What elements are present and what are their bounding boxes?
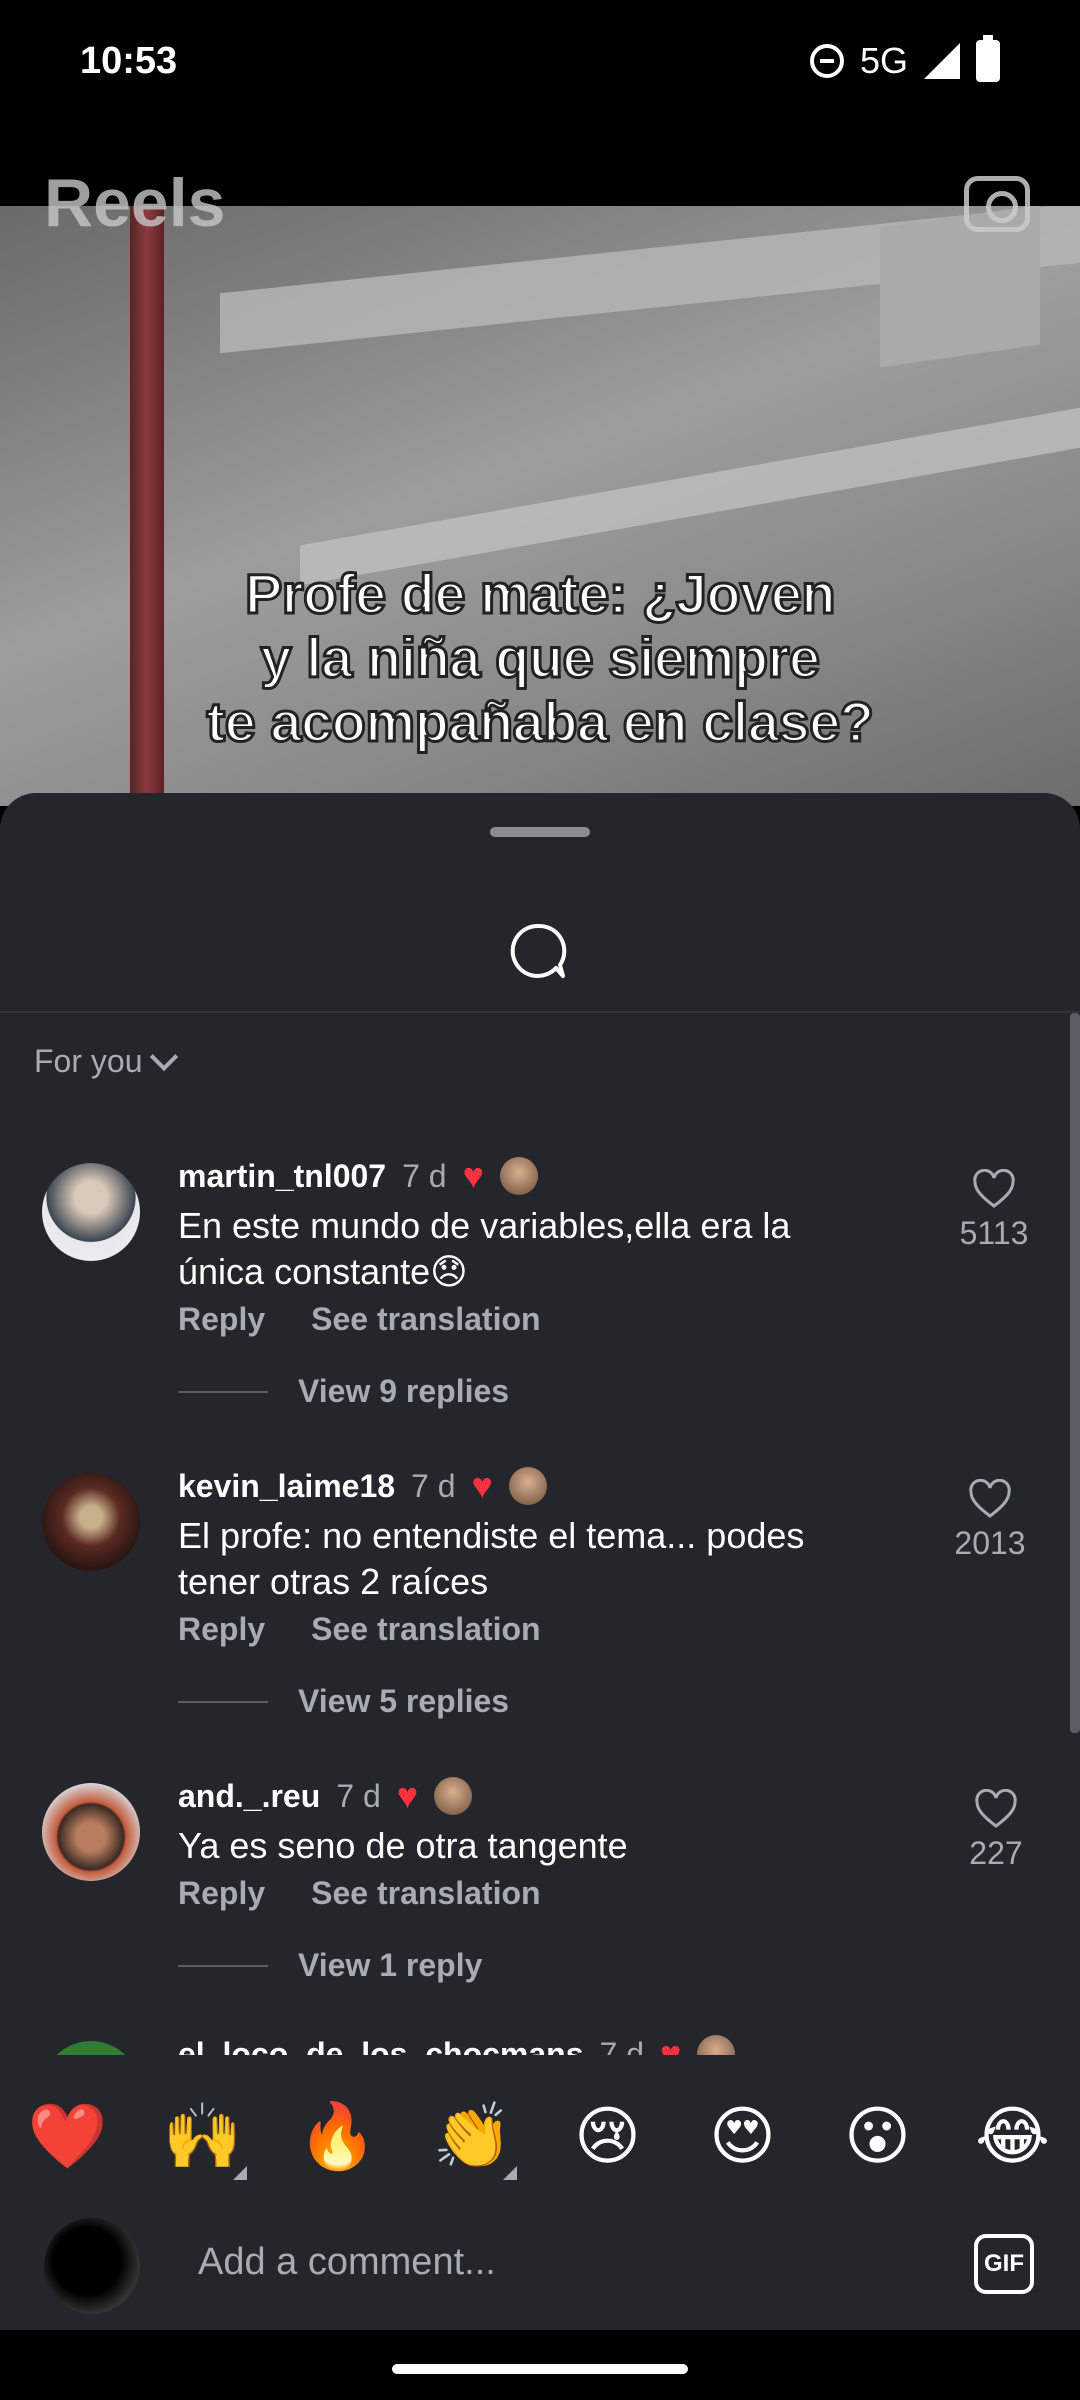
reply-button[interactable]: Reply [178,1611,265,1648]
avatar[interactable] [42,1783,140,1881]
caption-line: y la niña que siempre [259,625,822,691]
comment-composer: GIF [0,2200,1080,2330]
comment-item: el_loco_de_los_chocmans 7 d ♥ [0,2033,1080,2055]
emoji-heart-button[interactable]: ❤️ [18,2099,118,2174]
home-indicator[interactable] [392,2364,688,2374]
avatar [44,2218,140,2314]
video-caption: Profe de mate: ¿Joven y la niña que siem… [0,561,1080,755]
creator-avatar [499,1157,538,1195]
view-replies-label: View 9 replies [298,1373,510,1409]
emoji-surprised-button[interactable]: 😮 [828,2099,928,2174]
comment-time: 7 d [336,1777,381,1814]
comment-icon [510,923,567,978]
reply-thread-line [178,1700,268,1703]
view-replies-label: View 1 reply [298,1947,483,1983]
like-button[interactable]: 5113 [944,1169,1044,1252]
comment-text: Ya es seno de otra tangente [178,1825,628,1866]
avatar[interactable] [42,1473,140,1571]
view-replies-label: View 5 replies [298,1683,510,1719]
comment-input[interactable] [196,2240,900,2285]
drag-handle[interactable] [490,827,590,837]
video-scene-beam [300,386,1080,586]
see-translation-button[interactable]: See translation [311,1611,540,1648]
like-count: 227 [969,1835,1023,1871]
battery-icon [976,35,1000,82]
username[interactable]: kevin_laime18 [178,1468,395,1505]
network-label: 5G [859,40,908,81]
status-bar: 10:53 5G [0,0,1080,132]
comment-text: En este mundo de variables,ella era la ú… [178,1205,791,1292]
comment-actions: Reply See translation [178,1611,541,1648]
heart-outline-icon [969,1479,1011,1518]
system-nav-bar [0,2330,1080,2400]
filter-label: For you [34,1043,143,1079]
emoji-reaction-bar: ❤️ 🙌 🔥 👏 😢 😍 😮 😂 [0,2056,1080,2216]
emoji-raised-hands-button[interactable]: 🙌 [153,2099,253,2180]
like-count: 2013 [954,1525,1026,1561]
comment-header: and._.reu 7 d ♥ [178,1775,473,1817]
skin-tone-indicator-icon [232,2165,247,2180]
caption-line: te acompañaba en clase? [205,689,876,755]
comment-text: El profe: no entendiste el tema... podes… [178,1515,805,1602]
divider [0,1011,1080,1013]
creator-avatar [434,1777,473,1815]
page-title: Reels [44,165,226,241]
comment-time: 7 d [402,1157,447,1194]
comment-actions: Reply See translation [178,1875,541,1912]
avatar[interactable] [42,2041,140,2055]
username[interactable]: el_loco_de_los_chocmans [178,2036,584,2056]
like-button[interactable]: 227 [946,1789,1046,1872]
emoji-glyph: 👏 [432,2099,513,2172]
avatar[interactable] [42,1163,140,1261]
creator-liked-heart-icon: ♥ [462,1155,484,1196]
creator-liked-heart-icon: ♥ [660,2033,682,2055]
gif-button[interactable]: GIF [974,2234,1034,2294]
caption-line: Profe de mate: ¿Joven [243,561,837,627]
comment-header: kevin_laime18 7 d ♥ [178,1465,547,1507]
comment-actions: Reply See translation [178,1301,541,1338]
view-replies-button[interactable]: View 9 replies [178,1373,509,1410]
skin-tone-indicator-icon [502,2165,517,2180]
see-translation-button[interactable]: See translation [311,1301,540,1338]
scrollbar[interactable] [1070,1013,1080,1733]
creator-avatar [697,2035,736,2055]
do-not-disturb-icon [809,44,844,78]
camera-icon[interactable] [964,176,1030,232]
signal-icon [924,43,960,79]
status-time: 10:53 [80,40,178,82]
emoji-fire-button[interactable]: 🔥 [288,2099,388,2174]
heart-outline-icon [975,1789,1017,1828]
view-replies-button[interactable]: View 5 replies [178,1683,509,1720]
username[interactable]: and._.reu [178,1778,320,1815]
comment-filter-dropdown[interactable]: For you [34,1042,179,1080]
view-replies-button[interactable]: View 1 reply [178,1947,482,1984]
emoji-glyph: 🙌 [162,2099,243,2172]
comment-header: el_loco_de_los_chocmans 7 d ♥ [178,2033,736,2056]
comment-time: 7 d [411,1467,456,1504]
reply-thread-line [178,1390,268,1393]
username[interactable]: martin_tnl007 [178,1158,386,1195]
creator-avatar [508,1467,547,1505]
emoji-heart-eyes-button[interactable]: 😍 [693,2099,793,2174]
reel-video[interactable]: Profe de mate: ¿Joven y la niña que siem… [0,206,1080,806]
emoji-crying-button[interactable]: 😢 [558,2099,658,2174]
status-icons: 5G [809,35,1000,82]
creator-liked-heart-icon: ♥ [471,1465,493,1506]
reply-button[interactable]: Reply [178,1301,265,1338]
chevron-down-icon [150,1042,179,1071]
comment-time: 7 d [599,2035,644,2056]
reply-button[interactable]: Reply [178,1875,265,1912]
like-button[interactable]: 2013 [940,1479,1040,1562]
emoji-clap-button[interactable]: 👏 [423,2099,523,2180]
emoji-laughing-button[interactable]: 😂 [963,2099,1063,2174]
heart-outline-icon [973,1169,1015,1208]
like-count: 5113 [959,1215,1029,1251]
see-translation-button[interactable]: See translation [311,1875,540,1912]
creator-liked-heart-icon: ♥ [396,1775,419,1816]
comment-header: martin_tnl007 7 d ♥ [178,1155,538,1197]
reply-thread-line [178,1964,268,1967]
